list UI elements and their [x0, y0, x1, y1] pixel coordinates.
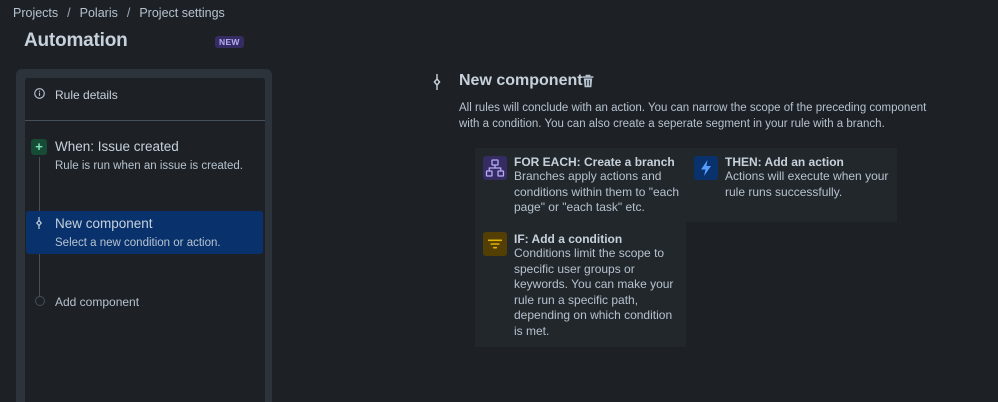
rule-details-item[interactable]: Rule details — [25, 78, 265, 121]
condition-option-card[interactable]: IF: Add a condition Conditions limit the… — [475, 222, 686, 347]
new-component-description: Select a new condition or action. — [55, 237, 221, 249]
branch-icon — [483, 156, 507, 180]
component-node-icon — [36, 217, 42, 229]
branch-option-card[interactable]: FOR EACH: Create a branch Branches apply… — [475, 148, 686, 222]
component-title: New component — [459, 72, 583, 89]
condition-card-title: IF: Add a condition — [514, 232, 623, 246]
action-card-title: THEN: Add an action — [725, 155, 844, 169]
add-component-item[interactable]: Add component — [25, 290, 265, 312]
add-component-circle-icon — [35, 296, 45, 306]
plus-icon: + — [31, 139, 47, 155]
add-component-label: Add component — [55, 295, 140, 309]
new-badge: NEW — [215, 36, 244, 48]
action-option-card[interactable]: THEN: Add an action Actions will execute… — [686, 148, 897, 222]
condition-card-description: Conditions limit the scope to specific u… — [514, 246, 674, 338]
info-icon — [34, 88, 45, 99]
breadcrumb-polaris[interactable]: Polaris — [80, 6, 118, 20]
trigger-description: Rule is run when an issue is created. — [55, 160, 243, 172]
branch-card-description: Branches apply actions and conditions wi… — [514, 169, 680, 214]
rule-panel-inner: Rule details + When: Issue created Rule … — [25, 78, 265, 402]
breadcrumb-project-settings[interactable]: Project settings — [139, 6, 224, 20]
breadcrumb-separator: / — [126, 6, 131, 20]
breadcrumb: Projects / Polaris / Project settings — [13, 6, 225, 20]
breadcrumb-separator: / — [67, 6, 71, 20]
rule-panel: Rule details + When: Issue created Rule … — [16, 69, 272, 402]
rule-details-label: Rule details — [55, 88, 118, 102]
new-component-title: New component — [55, 216, 153, 231]
filter-icon — [483, 232, 507, 256]
component-node-icon — [433, 74, 441, 90]
new-component-step[interactable]: New component Select a new condition or … — [26, 211, 263, 254]
breadcrumb-projects[interactable]: Projects — [13, 6, 58, 20]
trigger-step[interactable]: + When: Issue created Rule is run when a… — [25, 130, 265, 180]
lightning-icon — [694, 156, 718, 180]
component-description: All rules will conclude with an action. … — [459, 102, 927, 130]
page-title: Automation — [24, 30, 128, 51]
branch-card-title: FOR EACH: Create a branch — [514, 155, 675, 169]
action-card-description: Actions will execute when your rule runs… — [725, 169, 889, 199]
trigger-title: When: Issue created — [55, 139, 179, 154]
trash-icon[interactable] — [581, 74, 595, 88]
